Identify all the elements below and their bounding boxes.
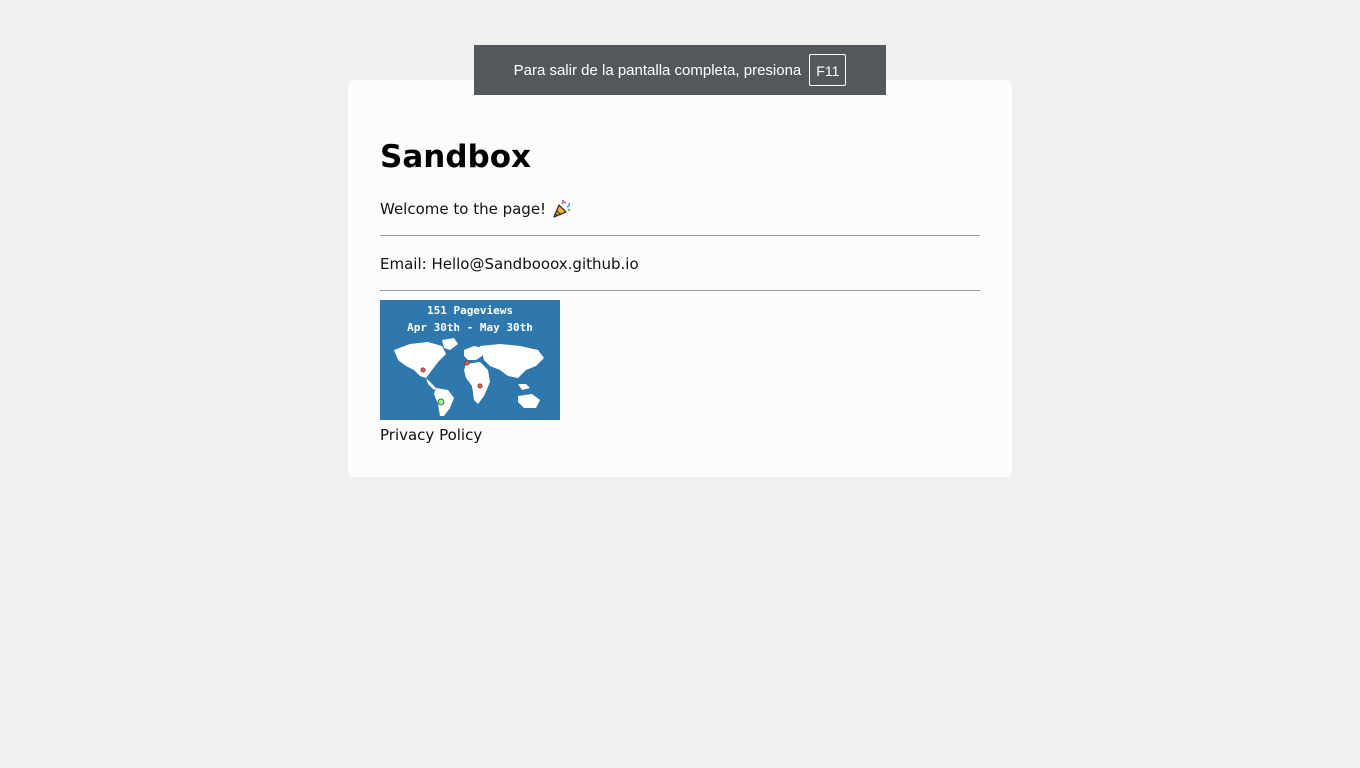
f11-key-badge: F11	[809, 54, 847, 86]
world-map-icon	[394, 338, 544, 416]
date-range-label: Apr 30th - May 30th	[407, 321, 533, 334]
party-popper-icon	[552, 199, 572, 219]
content-card: Sandbox Welcome to the page! Email: Hell…	[348, 80, 1012, 477]
privacy-policy-link[interactable]: Privacy Policy	[380, 424, 482, 446]
divider-bottom	[380, 290, 980, 291]
pageviews-label: 151 Pageviews	[426, 304, 514, 317]
divider-top	[380, 235, 980, 236]
welcome-text: Welcome to the page!	[380, 200, 547, 218]
fullscreen-exit-notice: Para salir de la pantalla completa, pres…	[474, 45, 886, 95]
email-line: Email: Hello@Sandbooox.github.io	[380, 255, 639, 273]
page-title: Sandbox	[380, 139, 531, 175]
welcome-message: Welcome to the page!	[380, 198, 572, 220]
fullscreen-notice-text: Para salir de la pantalla completa, pres…	[513, 61, 802, 79]
visitor-map-widget[interactable]: 151 Pageviews Apr 30th - May 30th	[380, 300, 560, 420]
